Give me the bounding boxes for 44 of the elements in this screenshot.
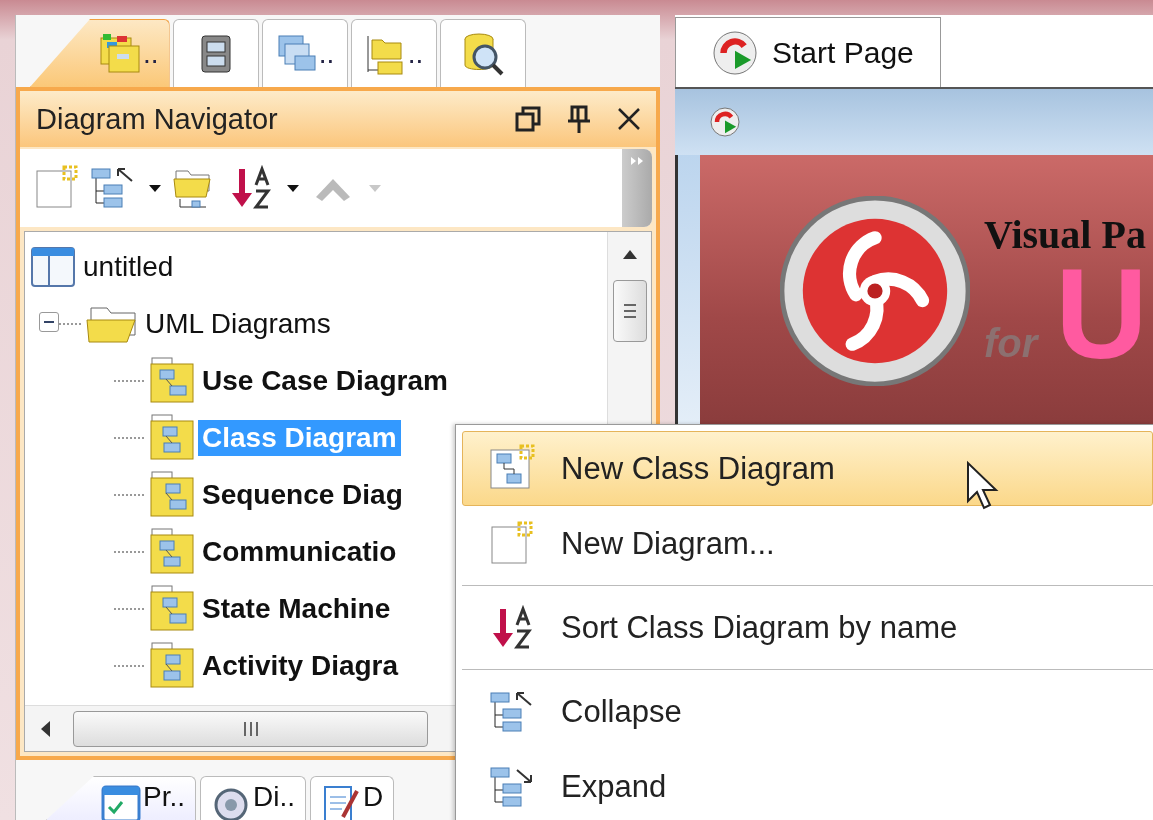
- editor-tab[interactable]: Start Page: [675, 17, 941, 87]
- scroll-thumb[interactable]: [73, 710, 428, 747]
- close-icon[interactable]: [616, 106, 642, 132]
- pin-icon[interactable]: [566, 104, 592, 134]
- grip-icon: [621, 301, 638, 321]
- menu-item[interactable]: New Diagram...: [462, 506, 1153, 581]
- collapse-toggle[interactable]: [39, 312, 59, 332]
- tree-item[interactable]: UML Diagrams: [141, 305, 335, 342]
- menu-item[interactable]: New Class Diagram: [462, 431, 1153, 506]
- panel-tab[interactable]: [172, 19, 259, 87]
- tree-item[interactable]: Communicatio: [198, 533, 401, 570]
- tree-item[interactable]: Use Case Diagram: [198, 362, 452, 399]
- document-edit-icon: [321, 783, 361, 820]
- panel-tab[interactable]: [439, 19, 526, 87]
- scroll-up-icon[interactable]: [621, 248, 638, 260]
- tree-item[interactable]: untitled: [79, 248, 178, 285]
- new-diagram-icon: [489, 520, 535, 567]
- chevron-icon: [629, 155, 645, 167]
- panel-tab[interactable]: Pr..: [46, 776, 196, 820]
- menu-item[interactable]: Sort Class Diagram by name: [462, 590, 1153, 665]
- start-page-icon: [709, 106, 741, 138]
- panel-tab[interactable]: D: [310, 776, 395, 820]
- tree-item[interactable]: Activity Diagra: [198, 647, 403, 684]
- new-diagram-icon: [34, 165, 80, 211]
- panel-title: Diagram Navigator: [36, 102, 279, 136]
- caret-icon: [368, 184, 382, 192]
- start-page-icon: [712, 29, 758, 76]
- menu-item[interactable]: Collapse: [462, 674, 1153, 749]
- panel-tab[interactable]: ..: [350, 19, 437, 87]
- panel-tab[interactable]: ..: [261, 19, 348, 87]
- panel-tab[interactable]: ..: [30, 19, 170, 87]
- caret-icon: [286, 184, 300, 192]
- caret-icon: [148, 184, 162, 192]
- folder-stack-icon: [99, 31, 143, 76]
- scroll-left-icon[interactable]: [39, 719, 51, 738]
- mouse-cursor-icon: [965, 460, 1001, 512]
- checklist-icon: [101, 783, 141, 820]
- logo-icon: [780, 196, 970, 386]
- scroll-thumb[interactable]: [612, 280, 647, 342]
- tree-item[interactable]: State Machine: [198, 590, 395, 627]
- restore-icon[interactable]: [514, 105, 542, 133]
- tree-item[interactable]: Sequence Diag: [198, 476, 407, 513]
- panel-tab[interactable]: Di..: [200, 776, 306, 820]
- menu-item[interactable]: Expand: [462, 749, 1153, 820]
